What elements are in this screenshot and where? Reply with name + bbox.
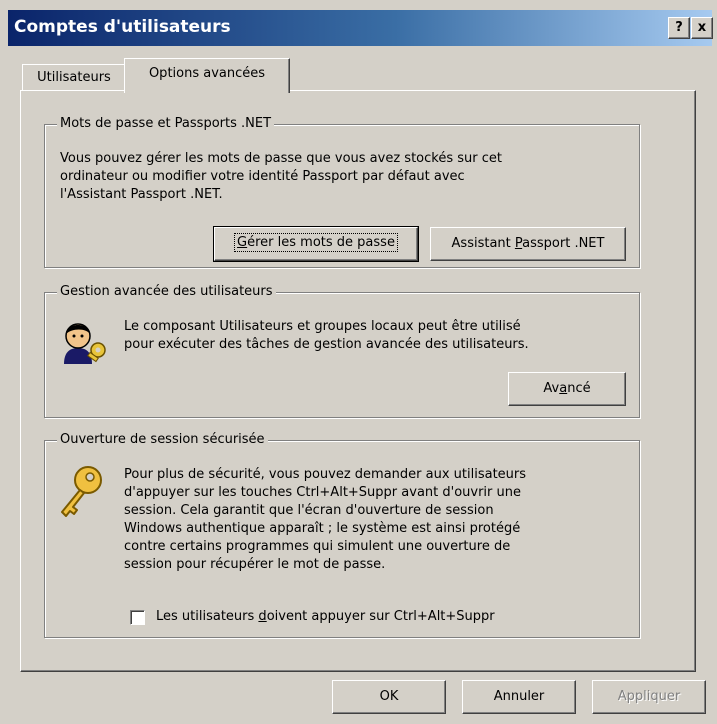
- secure-logon-description-line: session pour récupérer le mot de passe.: [124, 557, 386, 572]
- close-button[interactable]: x: [691, 17, 713, 39]
- passport-wizard-button[interactable]: Assistant Passport .NET: [430, 227, 626, 261]
- key-icon: [56, 464, 106, 524]
- cancel-button[interactable]: Annuler: [462, 680, 576, 714]
- require-ctrl-alt-del-checkbox[interactable]: [130, 610, 145, 625]
- secure-logon-description-line: d'appuyer sur les touches Ctrl+Alt+Suppr…: [124, 485, 521, 500]
- help-button[interactable]: ?: [668, 17, 690, 39]
- passwords-description-line: Vous pouvez gérer les mots de passe que …: [60, 151, 502, 166]
- passwords-group-legend: Mots de passe et Passports .NET: [57, 116, 275, 131]
- passwords-description-line: l'Assistant Passport .NET.: [60, 187, 223, 202]
- manage-passwords-button[interactable]: Gérer les mots de passe: [213, 226, 419, 262]
- secure-logon-description-line: session. Cela garantit que l'écran d'ouv…: [124, 503, 494, 518]
- passwords-description-line: ordinateur ou modifier votre identité Pa…: [60, 169, 465, 184]
- window-title: Comptes d'utilisateurs: [14, 17, 231, 37]
- advanced-description-line: Le composant Utilisateurs et groupes loc…: [124, 319, 521, 334]
- secure-logon-description-line: contre certains programmes qui simulent …: [124, 539, 511, 554]
- advanced-button[interactable]: Avancé: [508, 372, 626, 406]
- secure-logon-description: Pour plus de sécurité, vous pouvez deman…: [124, 466, 526, 574]
- require-ctrl-alt-del-label[interactable]: Les utilisateurs doivent appuyer sur Ctr…: [156, 608, 495, 626]
- tab-users[interactable]: Utilisateurs: [22, 64, 126, 91]
- user-accounts-dialog: Comptes d'utilisateurs ? x Utilisateurs …: [0, 0, 717, 724]
- apply-button[interactable]: Appliquer: [592, 680, 706, 714]
- title-bar[interactable]: Comptes d'utilisateurs ? x: [8, 10, 713, 46]
- manage-passwords-button-label: Gérer les mots de passe: [234, 233, 398, 252]
- secure-logon-description-line: Windows authentique apparaît ; le systèm…: [124, 521, 521, 536]
- secure-logon-description-line: Pour plus de sécurité, vous pouvez deman…: [124, 467, 527, 482]
- secure-logon-group-legend: Ouverture de session sécurisée: [57, 432, 268, 447]
- tab-advanced-options[interactable]: Options avancées: [124, 58, 290, 93]
- advanced-description: Le composant Utilisateurs et groupes loc…: [124, 318, 529, 354]
- advanced-management-group-legend: Gestion avancée des utilisateurs: [57, 284, 276, 299]
- ok-button[interactable]: OK: [332, 680, 446, 714]
- advanced-description-line: pour exécuter des tâches de gestion avan…: [124, 337, 529, 352]
- user-key-icon: [58, 318, 110, 370]
- passwords-description: Vous pouvez gérer les mots de passe que …: [60, 150, 502, 204]
